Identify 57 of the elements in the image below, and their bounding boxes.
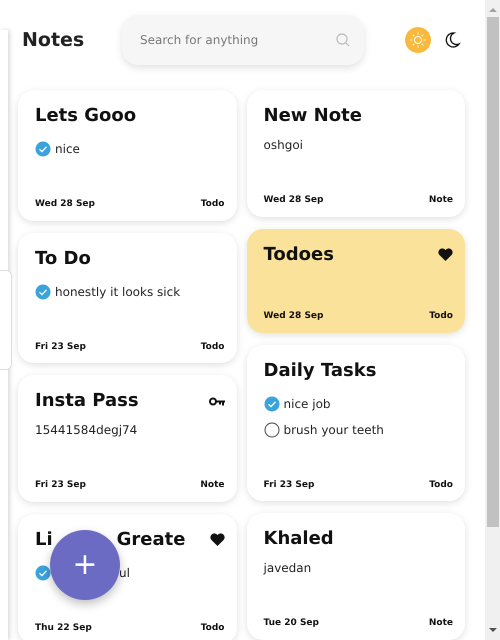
todo-text: honestly it looks sick: [55, 284, 180, 300]
sun-icon[interactable]: [410, 32, 426, 48]
note-title: Khaled: [264, 527, 334, 551]
note-card[interactable]: Lets Gooo nice Wed 28 Sep Todo: [18, 90, 236, 220]
note-title: Li: [35, 528, 53, 552]
note-title: Todoes: [264, 242, 334, 266]
note-date: Wed 28 Sep: [264, 310, 324, 323]
checkbox[interactable]: [264, 422, 280, 438]
note-title: To Do: [35, 246, 91, 270]
note-type: Todo: [200, 622, 224, 634]
note-date: Wed 28 Sep: [264, 194, 324, 207]
note-type: Todo: [200, 198, 224, 211]
note-type: Todo: [429, 310, 453, 323]
note-title: Daily Tasks: [264, 358, 376, 382]
note-type: Note: [428, 194, 453, 207]
note-card[interactable]: New Note oshgoi Wed 28 Sep Note: [246, 90, 465, 216]
note-text: oshgoi: [264, 137, 304, 154]
note-title: Insta Pass: [35, 389, 139, 413]
scrollbar-thumb[interactable]: [486, 17, 498, 527]
note-type: Todo: [429, 478, 453, 492]
note-title: New Note: [264, 104, 362, 128]
todo-text: brush your teeth: [284, 422, 384, 438]
note-card[interactable]: To Do honestly it looks sick Fri 23 Sep Todo: [18, 232, 236, 363]
heart-icon[interactable]: [210, 533, 224, 546]
note-title: Lets Gooo: [35, 104, 136, 128]
app-title: Notes: [22, 28, 86, 53]
note-text: javedan: [264, 560, 312, 577]
key-icon[interactable]: [208, 396, 224, 406]
search-field[interactable]: Search for anything: [138, 30, 336, 50]
note-date: Wed 28 Sep: [35, 198, 95, 211]
note-date: Fri 23 Sep: [35, 479, 86, 492]
note-date: Fri 23 Sep: [35, 340, 86, 354]
note-date: Fri 23 Sep: [264, 478, 314, 492]
note-type: Note: [428, 617, 453, 630]
note-card[interactable]: Daily Tasks nice job brush your teeth Fri 23 Sep Todo: [246, 344, 465, 501]
heart-icon[interactable]: [438, 248, 453, 261]
note-card[interactable]: Todoes Wed 28 Sep Todo: [246, 228, 465, 332]
note-type: Note: [200, 479, 224, 492]
scroll-up-icon[interactable]: [488, 6, 496, 14]
note-card[interactable]: Khaled javedan Tue 20 Sep Note: [246, 513, 465, 640]
checkbox[interactable]: [264, 396, 280, 412]
search-field[interactable]: Search for anything: [122, 15, 364, 65]
note-type: Todo: [200, 340, 224, 354]
todo-text: nice job: [284, 396, 331, 412]
note-card[interactable]: Insta Pass 15441584degj74 Fri 23 Sep Note: [18, 375, 236, 502]
scroll-down-icon[interactable]: [488, 626, 496, 634]
search-icon[interactable]: [336, 33, 350, 47]
checkbox[interactable]: [35, 284, 51, 300]
todo-text: ul: [119, 564, 130, 582]
note-date: Tue 20 Sep: [264, 617, 319, 630]
checkbox[interactable]: [35, 141, 51, 157]
todo-text: nice: [55, 141, 80, 158]
moon-icon[interactable]: [443, 31, 461, 49]
checkbox[interactable]: [35, 564, 51, 580]
note-date: Thu 22 Sep: [35, 622, 92, 634]
sun-button[interactable]: [405, 27, 431, 53]
note-text: 15441584degj74: [35, 422, 138, 439]
